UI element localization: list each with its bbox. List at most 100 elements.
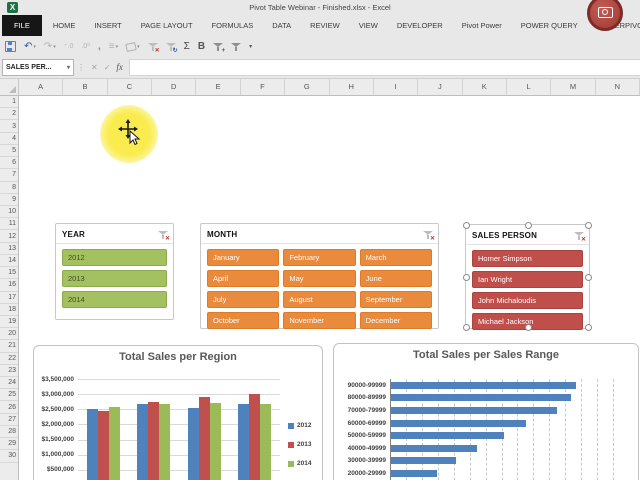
bold-icon[interactable]: B (198, 40, 205, 54)
row-header-20[interactable]: 20 (0, 328, 18, 340)
ribbon-tab-home[interactable]: HOME (45, 15, 84, 36)
column-header-g[interactable]: G (285, 79, 329, 95)
slicer-item-john-michaloudis[interactable]: John Michaloudis (472, 292, 583, 309)
slicer-item-january[interactable]: January (207, 249, 279, 266)
name-box-dropdown-icon[interactable]: ▾ (67, 64, 70, 71)
ribbon-tab-data[interactable]: DATA (264, 15, 299, 36)
chart-total-sales-per-region[interactable]: Total Sales per Region$0$500,000$1,000,0… (33, 345, 323, 480)
row-header-25[interactable]: 25 (0, 389, 18, 401)
column-header-c[interactable]: C (108, 79, 152, 95)
customize-quick-access-toolbar-icon[interactable]: ▾ (249, 40, 252, 54)
slicer-item-homer-simpson[interactable]: Homer Simpson (472, 250, 583, 267)
row-header-4[interactable]: 4 (0, 133, 18, 145)
column-header-b[interactable]: B (63, 79, 107, 95)
slicer-year[interactable]: YEAR✕201220132014 (55, 223, 174, 320)
slicer-item-2012[interactable]: 2012 (62, 249, 167, 266)
row-header-2[interactable]: 2 (0, 108, 18, 120)
apply-filter-icon[interactable]: + (213, 40, 223, 54)
ribbon-tab-review[interactable]: REVIEW (302, 15, 348, 36)
selection-handle[interactable] (463, 324, 470, 331)
ribbon-tab-power-query[interactable]: POWER QUERY (513, 15, 586, 36)
slicer-item-june[interactable]: June (360, 270, 432, 287)
column-header-h[interactable]: H (330, 79, 374, 95)
slicer-item-may[interactable]: May (283, 270, 355, 287)
borders-icon[interactable]: ≡▾ (109, 40, 118, 54)
row-header-8[interactable]: 8 (0, 182, 18, 194)
ribbon-tab-file[interactable]: FILE (2, 15, 42, 36)
row-header-13[interactable]: 13 (0, 243, 18, 255)
slicer-item-august[interactable]: August (283, 291, 355, 308)
ribbon-tab-page-layout[interactable]: PAGE LAYOUT (133, 15, 201, 36)
save-icon[interactable] (5, 40, 16, 54)
row-header-14[interactable]: 14 (0, 255, 18, 267)
filter-icon[interactable] (231, 40, 241, 54)
row-header-6[interactable]: 6 (0, 157, 18, 169)
slicer-item-july[interactable]: July (207, 291, 279, 308)
select-all-corner[interactable] (0, 79, 19, 95)
row-header-11[interactable]: 11 (0, 218, 18, 230)
selection-handle[interactable] (463, 222, 470, 229)
row-header-7[interactable]: 7 (0, 169, 18, 181)
row-header-3[interactable]: 3 (0, 120, 18, 132)
selection-handle[interactable] (585, 222, 592, 229)
redo-icon[interactable]: ↷▾ (44, 40, 56, 54)
column-header-e[interactable]: E (196, 79, 240, 95)
clear-filter-icon[interactable]: ✕ (158, 230, 168, 240)
slicer-item-2013[interactable]: 2013 (62, 270, 167, 287)
row-header-28[interactable]: 28 (0, 426, 18, 438)
column-header-d[interactable]: D (152, 79, 196, 95)
slicer-item-november[interactable]: November (283, 312, 355, 329)
row-header-5[interactable]: 5 (0, 145, 18, 157)
ribbon-tab-pivot-power[interactable]: Pivot Power (454, 15, 510, 36)
name-box[interactable]: SALES PER... ▾ (2, 59, 74, 76)
slicer-item-october[interactable]: October (207, 312, 279, 329)
formula-input[interactable] (129, 59, 640, 76)
row-header-12[interactable]: 12 (0, 230, 18, 242)
column-header-n[interactable]: N (596, 79, 640, 95)
undo-icon[interactable]: ↶▾ (24, 40, 36, 54)
slicer-month[interactable]: MONTH✕JanuaryFebruaryMarchAprilMayJuneJu… (200, 223, 439, 329)
cancel-icon[interactable]: ✕ (91, 60, 98, 75)
ribbon-tab-formulas[interactable]: FORMULAS (204, 15, 262, 36)
slicer-item-april[interactable]: April (207, 270, 279, 287)
ribbon-tab-insert[interactable]: INSERT (86, 15, 129, 36)
selection-handle[interactable] (463, 274, 470, 281)
row-header-9[interactable]: 9 (0, 194, 18, 206)
row-header-18[interactable]: 18 (0, 304, 18, 316)
clear-filter-icon[interactable]: ✕ (423, 230, 433, 240)
row-header-23[interactable]: 23 (0, 365, 18, 377)
row-header-19[interactable]: 19 (0, 316, 18, 328)
row-header-30[interactable]: 30 (0, 450, 18, 462)
column-header-m[interactable]: M (551, 79, 595, 95)
row-header-26[interactable]: 26 (0, 401, 18, 413)
slicer-item-september[interactable]: September (360, 291, 432, 308)
comma-style-icon[interactable]: , (98, 40, 101, 54)
column-header-i[interactable]: I (374, 79, 418, 95)
clear-filter-icon[interactable]: ✕ (148, 40, 158, 54)
row-header-29[interactable]: 29 (0, 438, 18, 450)
row-header-10[interactable]: 10 (0, 206, 18, 218)
row-header-17[interactable]: 17 (0, 292, 18, 304)
slicer-item-december[interactable]: December (360, 312, 432, 329)
decrease-decimal-icon[interactable]: .0⁰ (81, 40, 90, 54)
chart-total-sales-per-sales-range[interactable]: Total Sales per Sales Range90000-9999980… (333, 343, 639, 480)
row-header-22[interactable]: 22 (0, 353, 18, 365)
slicer-item-2014[interactable]: 2014 (62, 291, 167, 308)
row-header-27[interactable]: 27 (0, 414, 18, 426)
row-header-1[interactable]: 1 (0, 96, 18, 108)
slicer-sales-person[interactable]: SALES PERSON✕Homer SimpsonIan WrightJohn… (465, 224, 590, 329)
column-header-l[interactable]: L (507, 79, 551, 95)
selection-handle[interactable] (525, 324, 532, 331)
column-header-a[interactable]: A (19, 79, 63, 95)
reapply-filter-icon[interactable]: ↻ (166, 40, 176, 54)
selection-handle[interactable] (525, 222, 532, 229)
enter-icon[interactable]: ✓ (104, 60, 111, 75)
autosum-icon[interactable]: Σ (184, 40, 190, 54)
row-header-15[interactable]: 15 (0, 267, 18, 279)
ribbon-tab-developer[interactable]: DEVELOPER (389, 15, 451, 36)
column-header-j[interactable]: J (418, 79, 462, 95)
row-header-24[interactable]: 24 (0, 377, 18, 389)
increase-decimal-icon[interactable]: ⁺.0 (64, 40, 74, 54)
slicer-item-february[interactable]: February (283, 249, 355, 266)
insert-function-icon[interactable]: fx (116, 60, 123, 75)
